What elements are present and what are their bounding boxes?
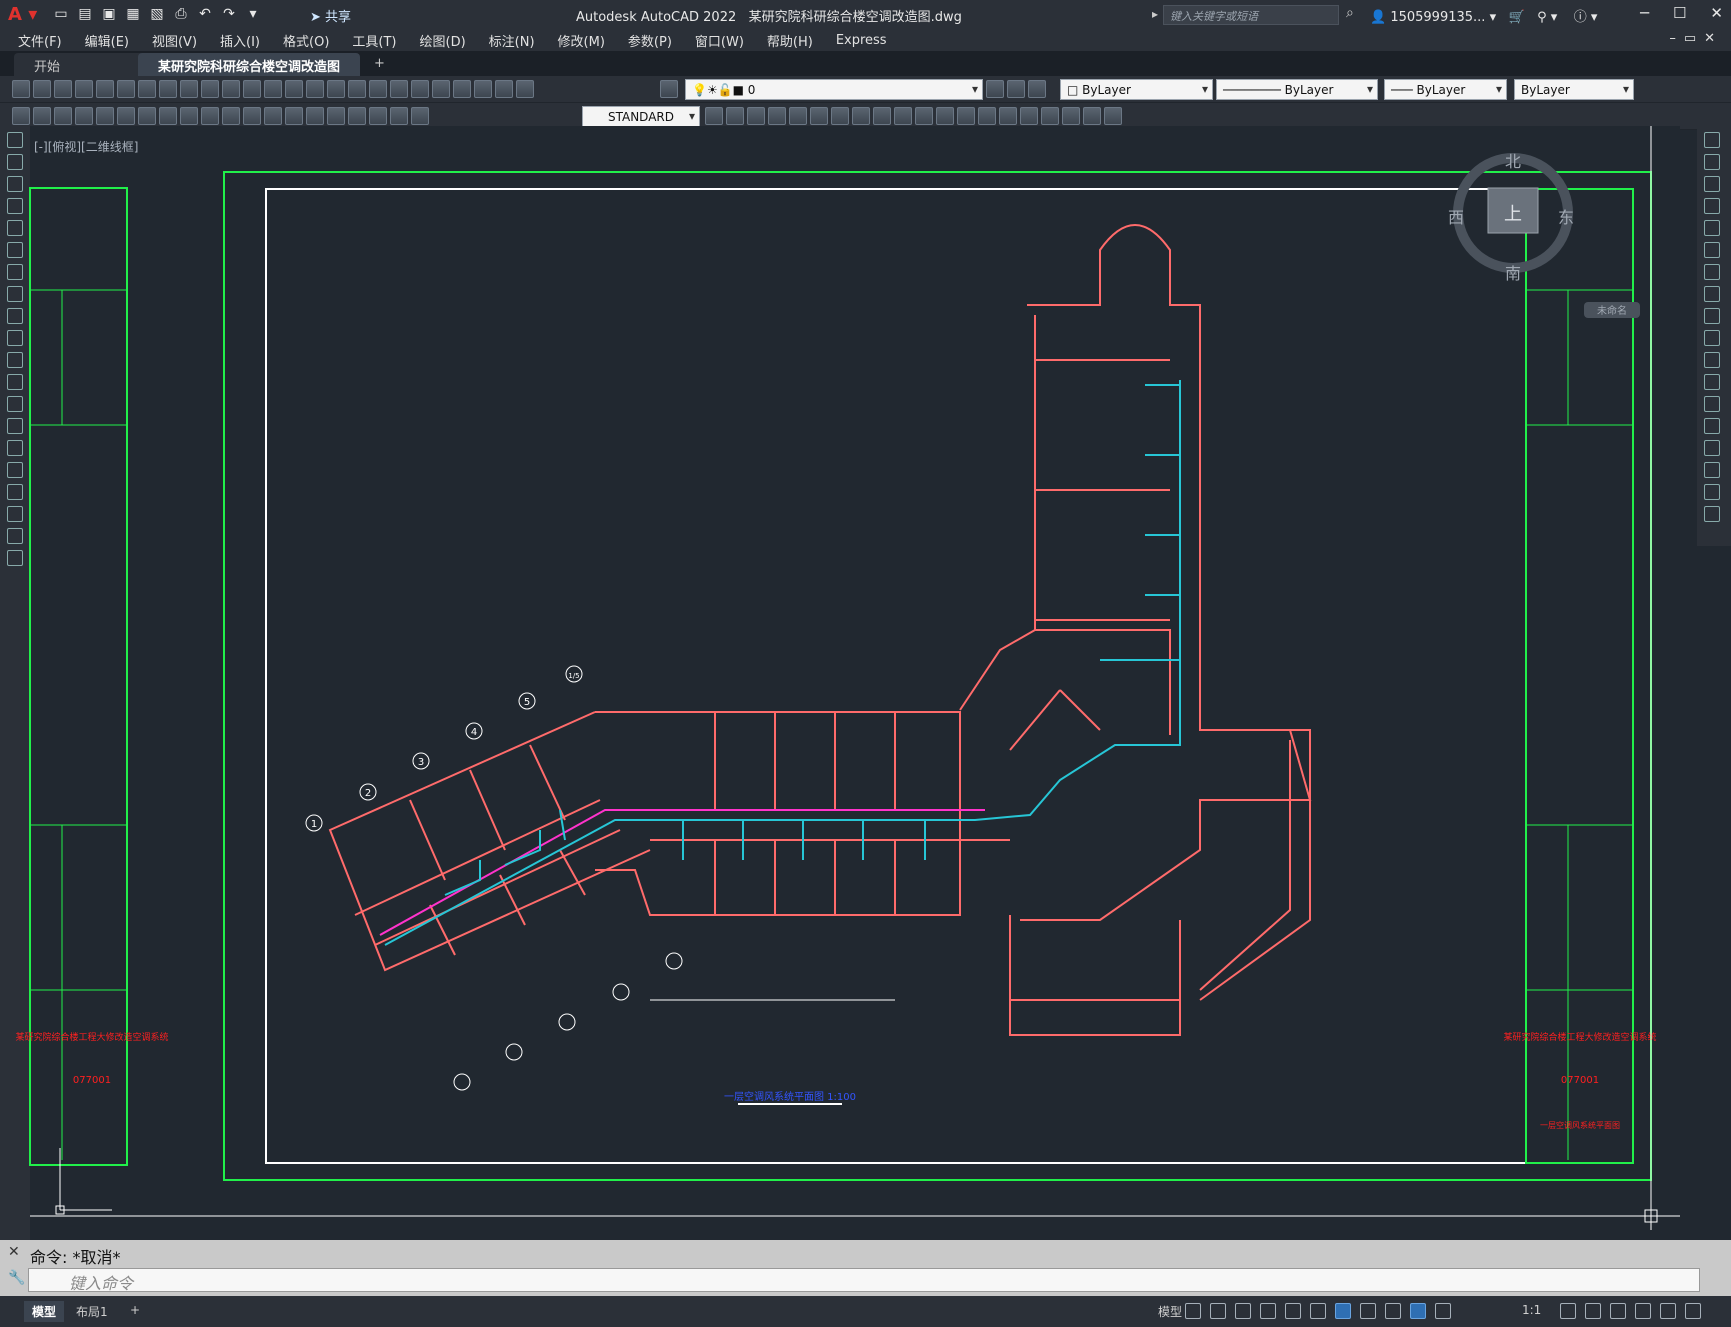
inner-frame [265,188,1527,1164]
right-project-title: 某研究院综合楼工程大修改造空调系统 [1503,1031,1656,1043]
axis-5: 5 [524,697,530,708]
compass-south[interactable]: 南 [1505,260,1521,284]
compass-north[interactable]: 北 [1505,148,1521,172]
workspace-gear-icon[interactable] [1560,1303,1576,1319]
right-drawing-no: 077001 [1561,1075,1599,1086]
polar-icon[interactable] [1260,1303,1276,1319]
customize-command-icon[interactable]: 🔧 [8,1270,25,1286]
grid-icon[interactable] [1185,1303,1201,1319]
lineweight-icon[interactable] [1360,1303,1376,1319]
hardware-acceleration-icon[interactable] [1635,1303,1651,1319]
tab-layout1[interactable]: 布局1 [68,1301,116,1322]
grid-axes [305,665,895,1091]
crosshair-cursor [30,126,1680,1230]
model-space-button[interactable]: 模型 [1150,1301,1190,1322]
status-menu-icon[interactable] [1685,1303,1701,1319]
axis-4: 4 [471,727,477,738]
object-snap-tracking-icon[interactable] [1310,1303,1326,1319]
tab-model[interactable]: 模型 [24,1301,65,1322]
clean-screen-icon[interactable] [1660,1303,1676,1319]
command-input[interactable]: 键入命令 [28,1268,1700,1293]
isodraft-icon[interactable] [1285,1303,1301,1319]
left-drawing-no: 077001 [73,1075,111,1086]
status-bar: 模型 布局1 + 模型 1:1 [0,1296,1731,1327]
annotation-scale[interactable]: 1:1 [1514,1301,1549,1319]
annotation-monitor-icon[interactable] [1585,1303,1601,1319]
floor-plan [328,224,1312,1036]
status-toggles [1185,1303,1451,1319]
left-project-title: 某研究院综合楼工程大修改造空调系统 [15,1031,168,1043]
add-layout-button[interactable]: + [122,1301,148,1319]
compass-west[interactable]: 西 [1448,204,1464,228]
auto-scale-icon[interactable] [1435,1303,1451,1319]
units-icon[interactable] [1610,1303,1626,1319]
axis-labels: 1 2 3 4 5 1/5 [311,672,580,830]
viewcube-face-top[interactable]: 上 [1504,200,1522,226]
axis-1-5: 1/5 [568,672,579,680]
object-snap-icon[interactable] [1335,1303,1351,1319]
outer-frame [223,171,1652,1181]
right-title-block [1525,188,1634,1164]
viewcube[interactable]: 北 南 东 西 上 [1448,148,1578,283]
left-title-block [29,187,128,1166]
ucs-icon [55,1148,112,1215]
ortho-icon[interactable] [1235,1303,1251,1319]
axis-1: 1 [311,819,317,830]
right-drawing-title: 一层空调风系统平面图 [1540,1120,1620,1130]
snap-icon[interactable] [1210,1303,1226,1319]
plan-title: 一层空调风系统平面图 1:100 [724,1090,856,1103]
annotation-visibility-icon[interactable] [1410,1303,1426,1319]
axis-3: 3 [418,757,424,768]
status-right-icons [1560,1303,1701,1319]
axis-2: 2 [365,788,371,799]
command-close-icon[interactable]: ✕ [8,1244,20,1260]
compass-east[interactable]: 东 [1558,204,1574,228]
duct-system [379,380,1181,946]
wcs-menu[interactable]: 未命名 [1584,302,1640,318]
transparency-icon[interactable] [1385,1303,1401,1319]
command-history: 命令: *取消* [30,1248,121,1267]
